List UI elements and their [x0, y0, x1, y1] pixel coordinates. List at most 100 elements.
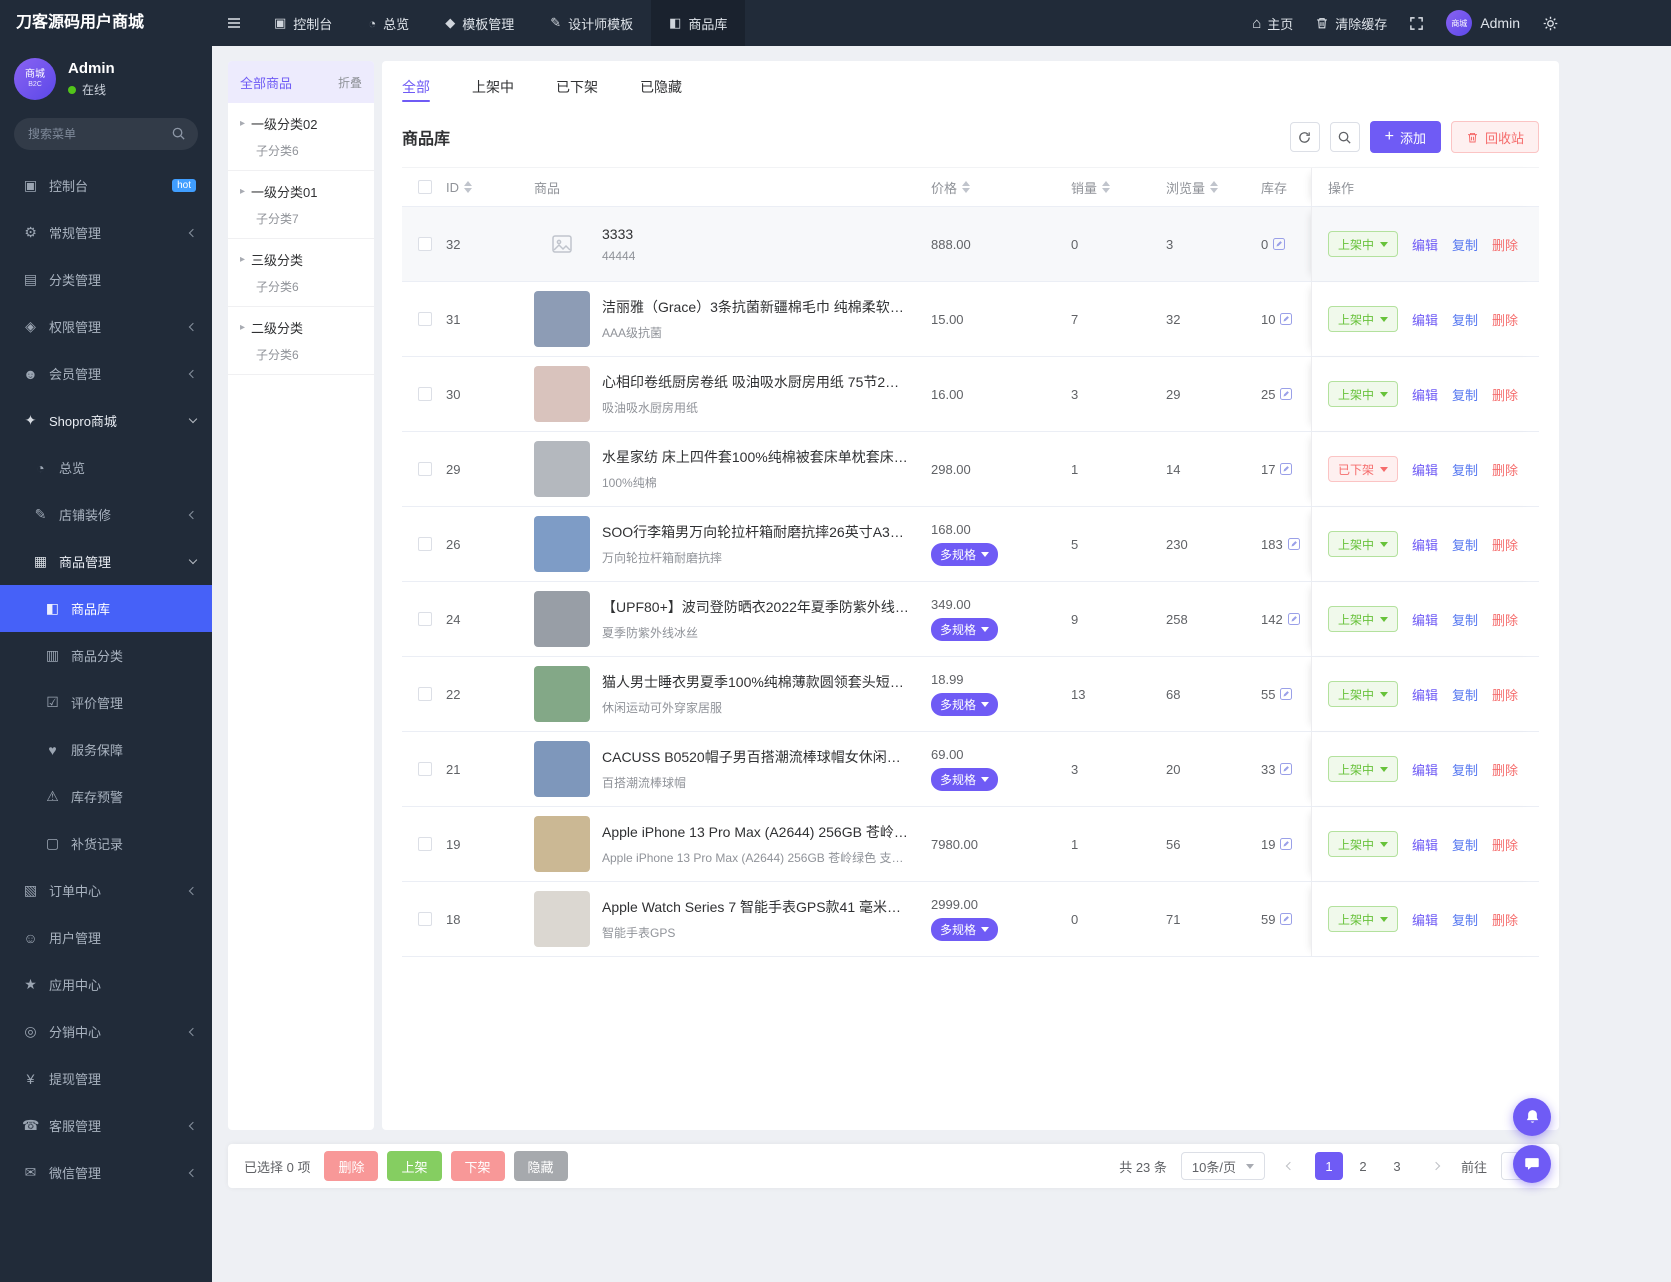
row-checkbox[interactable]: [418, 462, 432, 476]
copy-link[interactable]: 复制: [1452, 910, 1478, 929]
stock-edit-icon[interactable]: [1279, 687, 1293, 701]
category-child[interactable]: 子分类6: [256, 142, 362, 159]
multi-spec-dropdown[interactable]: 多规格: [931, 618, 998, 641]
search-button[interactable]: [1330, 122, 1360, 152]
category-node[interactable]: ▸ 三级分类: [240, 250, 362, 269]
sidebar-item[interactable]: ▦ 商品管理: [0, 538, 212, 585]
stock-edit-icon[interactable]: [1279, 387, 1293, 401]
product-image[interactable]: [534, 666, 590, 722]
delete-link[interactable]: 删除: [1492, 535, 1518, 554]
sidebar-item[interactable]: ✉ 微信管理: [0, 1149, 212, 1196]
stock-edit-icon[interactable]: [1279, 912, 1293, 926]
batch-action-button[interactable]: 上架: [387, 1151, 441, 1181]
sort-icon[interactable]: [1102, 181, 1110, 193]
stock-edit-icon[interactable]: [1287, 537, 1301, 551]
delete-link[interactable]: 删除: [1492, 685, 1518, 704]
sidebar-item[interactable]: ✎ 店铺装修: [0, 491, 212, 538]
page-number[interactable]: 1: [1315, 1152, 1343, 1180]
column-header-id[interactable]: ID: [446, 180, 534, 195]
sidebar-item[interactable]: ▢ 补货记录: [0, 820, 212, 867]
stock-edit-icon[interactable]: [1287, 612, 1301, 626]
status-dropdown[interactable]: 上架中: [1328, 906, 1398, 932]
expand-triangle-icon[interactable]: ▸: [240, 118, 245, 129]
page-size-select[interactable]: 10条/页: [1181, 1152, 1265, 1180]
product-image[interactable]: [534, 441, 590, 497]
sidebar-item[interactable]: ▧ 订单中心: [0, 867, 212, 914]
column-header-price[interactable]: 价格: [931, 178, 1071, 197]
sidebar-item[interactable]: ☑ 评价管理: [0, 679, 212, 726]
category-node[interactable]: ▸ 二级分类: [240, 318, 362, 337]
filter-tab[interactable]: 已隐藏: [640, 61, 682, 113]
batch-action-button[interactable]: 下架: [451, 1151, 505, 1181]
delete-link[interactable]: 删除: [1492, 235, 1518, 254]
collapse-toggle[interactable]: 折叠: [338, 74, 362, 91]
delete-link[interactable]: 删除: [1492, 760, 1518, 779]
filter-tab[interactable]: 上架中: [472, 61, 514, 113]
avatar[interactable]: 商城 B2C: [14, 58, 56, 100]
page-number[interactable]: 3: [1383, 1152, 1411, 1180]
product-title[interactable]: 【UPF80+】波司登防晒衣2022年夏季防紫外线冰丝...: [602, 597, 911, 617]
delete-link[interactable]: 删除: [1492, 835, 1518, 854]
row-checkbox[interactable]: [418, 387, 432, 401]
product-title[interactable]: 猫人男士睡衣男夏季100%纯棉薄款圆领套头短袖套...: [602, 672, 911, 692]
sidebar-item[interactable]: ◈ 权限管理: [0, 303, 212, 350]
product-title[interactable]: 水星家纺 床上四件套100%纯棉被套床单枕套床上用...: [602, 447, 911, 467]
filter-tab[interactable]: 全部: [402, 61, 430, 113]
row-checkbox[interactable]: [418, 312, 432, 326]
row-checkbox[interactable]: [418, 837, 432, 851]
product-image[interactable]: [534, 591, 590, 647]
category-node[interactable]: ▸ 一级分类02: [240, 114, 362, 133]
stock-edit-icon[interactable]: [1279, 837, 1293, 851]
status-dropdown[interactable]: 上架中: [1328, 756, 1398, 782]
product-image[interactable]: [534, 366, 590, 422]
product-image[interactable]: [534, 741, 590, 797]
edit-link[interactable]: 编辑: [1412, 910, 1438, 929]
delete-link[interactable]: 删除: [1492, 610, 1518, 629]
copy-link[interactable]: 复制: [1452, 835, 1478, 854]
row-checkbox[interactable]: [418, 912, 432, 926]
status-dropdown[interactable]: 上架中: [1328, 306, 1398, 332]
column-header-sales[interactable]: 销量: [1071, 178, 1166, 197]
filter-tab[interactable]: 已下架: [556, 61, 598, 113]
category-child[interactable]: 子分类6: [256, 278, 362, 295]
expand-triangle-icon[interactable]: ▸: [240, 254, 245, 265]
product-image[interactable]: [534, 891, 590, 947]
sidebar-item[interactable]: ♥ 服务保障: [0, 726, 212, 773]
sidebar-item[interactable]: ◧ 商品库: [0, 585, 212, 632]
product-title[interactable]: Apple Watch Series 7 智能手表GPS款41 毫米星光...: [602, 897, 911, 917]
edit-link[interactable]: 编辑: [1412, 310, 1438, 329]
product-image[interactable]: [534, 516, 590, 572]
copy-link[interactable]: 复制: [1452, 460, 1478, 479]
row-checkbox[interactable]: [418, 237, 432, 251]
product-title[interactable]: 3333: [602, 226, 635, 242]
status-dropdown[interactable]: 上架中: [1328, 531, 1398, 557]
product-title[interactable]: 心相印卷纸厨房卷纸 吸油吸水厨房用纸 75节2卷纸巾...: [602, 372, 911, 392]
category-node[interactable]: ▸ 一级分类01: [240, 182, 362, 201]
sidebar-item[interactable]: ☻ 会员管理: [0, 350, 212, 397]
stock-edit-icon[interactable]: [1279, 312, 1293, 326]
status-dropdown[interactable]: 上架中: [1328, 381, 1398, 407]
sidebar-item[interactable]: ★ 应用中心: [0, 961, 212, 1008]
status-dropdown[interactable]: 上架中: [1328, 681, 1398, 707]
sort-icon[interactable]: [1210, 181, 1218, 193]
product-title[interactable]: 洁丽雅（Grace）3条抗菌新疆棉毛巾 纯棉柔软家用...: [602, 297, 911, 317]
chat-button[interactable]: [1513, 1145, 1551, 1183]
sidebar-item[interactable]: ◔ 总览: [0, 444, 212, 491]
column-header-views[interactable]: 浏览量: [1166, 178, 1261, 197]
category-child[interactable]: 子分类7: [256, 210, 362, 227]
multi-spec-dropdown[interactable]: 多规格: [931, 693, 998, 716]
row-checkbox[interactable]: [418, 762, 432, 776]
next-page-button[interactable]: [1425, 1152, 1447, 1180]
sidebar-item[interactable]: ¥ 提现管理: [0, 1055, 212, 1102]
page-number[interactable]: 2: [1349, 1152, 1377, 1180]
clear-cache-link[interactable]: 清除缓存: [1315, 14, 1387, 33]
settings-gear-icon[interactable]: [1542, 15, 1559, 32]
delete-link[interactable]: 删除: [1492, 385, 1518, 404]
copy-link[interactable]: 复制: [1452, 310, 1478, 329]
copy-link[interactable]: 复制: [1452, 235, 1478, 254]
select-all-checkbox[interactable]: [418, 180, 432, 194]
edit-link[interactable]: 编辑: [1412, 385, 1438, 404]
delete-link[interactable]: 删除: [1492, 310, 1518, 329]
fullscreen-icon[interactable]: [1409, 16, 1424, 31]
product-title[interactable]: SOO行李箱男万向轮拉杆箱耐磨抗摔26英寸A330旅...: [602, 522, 911, 542]
